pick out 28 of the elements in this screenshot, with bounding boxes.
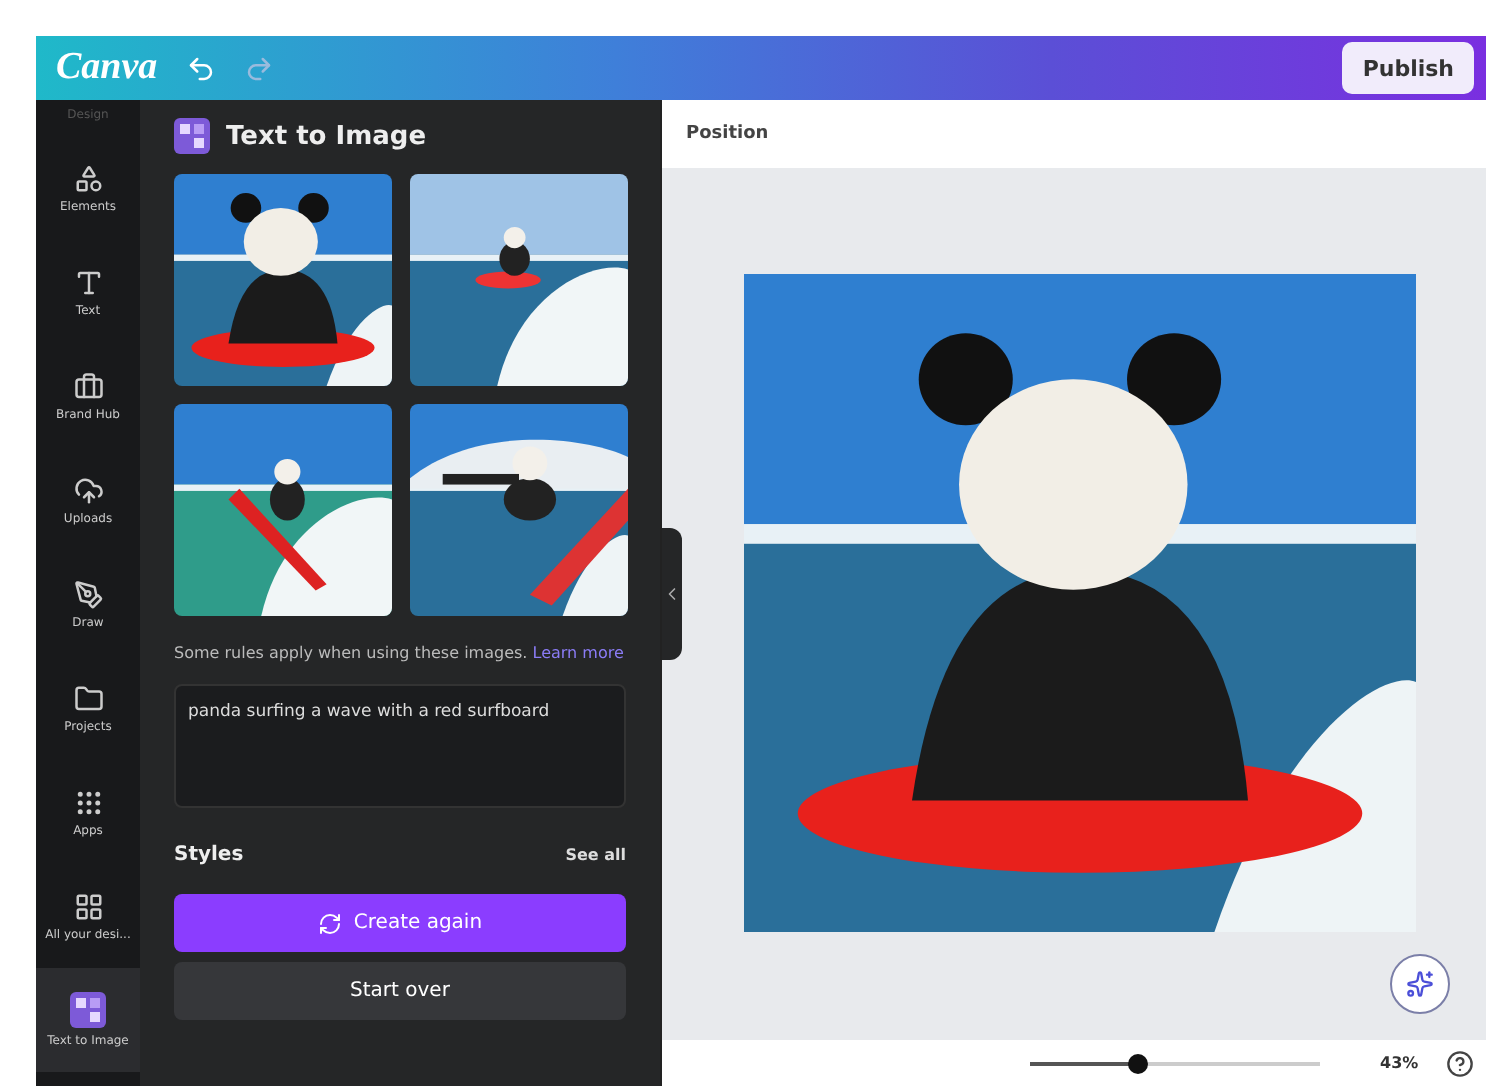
collapse-handle[interactable] <box>662 528 682 660</box>
learn-more-link[interactable]: Learn more <box>532 644 624 662</box>
prompt-field[interactable]: panda surfing a wave with a red surfboard <box>174 684 626 808</box>
app-icon <box>70 992 106 1028</box>
folder-icon <box>73 683 103 713</box>
start-over-button[interactable]: Start over <box>174 962 626 1020</box>
publish-button[interactable]: Publish <box>1342 42 1474 94</box>
dots-icon <box>73 787 103 817</box>
text-icon <box>73 267 103 297</box>
create-again-button[interactable]: Create again <box>174 894 626 952</box>
see-all-link[interactable]: See all <box>565 846 626 864</box>
refresh-icon <box>317 911 342 935</box>
rules-note: Some rules apply when using these images. Learn more <box>174 642 626 666</box>
zoom-percent: 43% <box>1380 1054 1419 1072</box>
upload-icon <box>73 475 103 505</box>
undo-icon[interactable] <box>185 53 216 83</box>
magic-button[interactable] <box>1390 954 1451 1014</box>
help-icon[interactable] <box>1446 1049 1475 1077</box>
shapes-icon <box>73 163 103 193</box>
panel-title: Text to Image <box>226 121 427 151</box>
pen-icon <box>73 579 103 609</box>
slider-thumb[interactable] <box>1127 1053 1148 1073</box>
position-tab[interactable]: Position <box>686 124 769 144</box>
app-icon <box>174 118 210 154</box>
grid-icon <box>73 891 103 921</box>
styles-heading: Styles <box>174 844 244 866</box>
sparkle-icon <box>1406 970 1435 998</box>
briefcase-icon <box>73 371 103 401</box>
